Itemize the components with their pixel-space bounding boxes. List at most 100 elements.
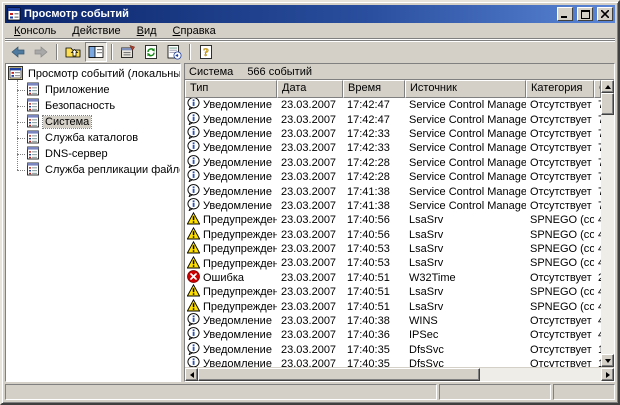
- event-rows: Уведомление 23.03.2007 17:42:47 Service …: [185, 98, 601, 367]
- tree-item-Приложение[interactable]: Приложение: [17, 82, 180, 98]
- category-cell: SPNEGO (со...: [526, 301, 594, 313]
- event-id-cell: 7: [594, 128, 601, 140]
- horizontal-scrollbar[interactable]: [185, 367, 614, 381]
- tree-items: Приложение Безопасность Система: [17, 82, 180, 178]
- scroll-up-icon[interactable]: [601, 80, 614, 93]
- table-row[interactable]: Уведомление 23.03.2007 17:42:47 Service …: [185, 112, 601, 126]
- table-row[interactable]: Уведомление 23.03.2007 17:42:28 Service …: [185, 156, 601, 170]
- vertical-scrollbar-thumb[interactable]: [601, 93, 614, 115]
- tree-root-label: Просмотр событий (локальных): [26, 68, 181, 80]
- vertical-scrollbar[interactable]: [601, 80, 614, 367]
- tree-item-Служба каталогов[interactable]: Служба каталогов: [17, 130, 180, 146]
- event-log-icon: [26, 82, 40, 99]
- time-cell: 17:42:47: [343, 114, 405, 126]
- category-cell: Отсутствует: [526, 315, 594, 327]
- time-cell: 17:40:51: [343, 286, 405, 298]
- table-row[interactable]: Уведомление 23.03.2007 17:42:47 Service …: [185, 98, 601, 112]
- date-cell: 23.03.2007: [277, 157, 343, 169]
- table-row[interactable]: Предупреждение 23.03.2007 17:40:56 LsaSr…: [185, 228, 601, 242]
- result-banner: Система 566 событий: [185, 64, 614, 80]
- event-id-cell: 2: [594, 272, 601, 284]
- column-header-category[interactable]: Категория: [526, 80, 594, 98]
- column-header-event[interactable]: С: [594, 80, 601, 98]
- tree-root[interactable]: Просмотр событий (локальных): [8, 66, 180, 82]
- category-cell: SPNEGO (со...: [526, 243, 594, 255]
- table-row[interactable]: Предупреждение 23.03.2007 17:40:51 LsaSr…: [185, 285, 601, 299]
- horizontal-scrollbar-track[interactable]: [480, 368, 601, 381]
- table-row[interactable]: Уведомление 23.03.2007 17:42:33 Service …: [185, 127, 601, 141]
- horizontal-scrollbar-thumb[interactable]: [198, 368, 480, 381]
- table-row[interactable]: Уведомление 23.03.2007 17:42:33 Service …: [185, 141, 601, 155]
- vertical-scrollbar-track[interactable]: [601, 115, 614, 354]
- table-row[interactable]: Предупреждение 23.03.2007 17:40:56 LsaSr…: [185, 213, 601, 227]
- category-cell: SPNEGO (со...: [526, 214, 594, 226]
- help-icon[interactable]: ?: [195, 42, 217, 62]
- minimize-button[interactable]: [557, 7, 573, 21]
- column-header-time[interactable]: Время: [343, 80, 405, 98]
- event-id-cell: 4: [594, 329, 601, 341]
- banner-scope: Система: [189, 66, 233, 78]
- event-id-cell: 4: [594, 301, 601, 313]
- close-button[interactable]: [597, 7, 613, 21]
- event-id-cell: 7: [594, 200, 601, 212]
- banner-count: 566 событий: [247, 66, 312, 78]
- event-id-cell: 7: [594, 171, 601, 183]
- source-cell: Service Control Manager: [405, 171, 526, 183]
- toolbar-separator: [189, 44, 191, 60]
- table-row[interactable]: Уведомление 23.03.2007 17:41:38 Service …: [185, 184, 601, 198]
- maximize-button[interactable]: [577, 7, 593, 21]
- date-cell: 23.03.2007: [277, 114, 343, 126]
- table-row[interactable]: Уведомление 23.03.2007 17:41:38 Service …: [185, 199, 601, 213]
- menu-view[interactable]: Вид: [129, 23, 165, 39]
- tree-item-Служба репликации файлов[interactable]: Служба репликации файлов: [17, 162, 180, 178]
- source-cell: WINS: [405, 315, 526, 327]
- title-bar[interactable]: Просмотр событий: [5, 5, 615, 23]
- source-cell: Service Control Manager: [405, 128, 526, 140]
- tree-item-Безопасность[interactable]: Безопасность: [17, 98, 180, 114]
- console-root-icon: [8, 66, 23, 83]
- event-id-cell: 7: [594, 157, 601, 169]
- scroll-down-icon[interactable]: [601, 354, 614, 367]
- show-hide-console-tree-icon[interactable]: [85, 42, 107, 62]
- refresh-icon[interactable]: [140, 42, 162, 62]
- table-row[interactable]: Уведомление 23.03.2007 17:40:35 DfsSvc О…: [185, 357, 601, 367]
- source-cell: IPSec: [405, 329, 526, 341]
- menu-action[interactable]: Действие: [64, 23, 128, 39]
- column-header-date[interactable]: Дата: [277, 80, 343, 98]
- menu-bar: Консоль Действие Вид Справка: [5, 23, 615, 40]
- tree-connector: [17, 170, 25, 171]
- table-row[interactable]: Ошибка 23.03.2007 17:40:51 W32Time Отсут…: [185, 271, 601, 285]
- forward-arrow-icon[interactable]: [30, 42, 52, 62]
- source-cell: Service Control Manager: [405, 200, 526, 212]
- category-cell: SPNEGO (со...: [526, 286, 594, 298]
- column-header-source[interactable]: Источник: [405, 80, 526, 98]
- category-cell: Отсутствует: [526, 186, 594, 198]
- tree-item-Система[interactable]: Система: [17, 114, 180, 130]
- table-row[interactable]: Предупреждение 23.03.2007 17:40:53 LsaSr…: [185, 256, 601, 270]
- export-list-icon[interactable]: [163, 42, 185, 62]
- time-cell: 17:40:53: [343, 257, 405, 269]
- properties-icon[interactable]: [117, 42, 139, 62]
- tree-item-DNS-сервер[interactable]: DNS-сервер: [17, 146, 180, 162]
- table-row[interactable]: Уведомление 23.03.2007 17:40:35 DfsSvc О…: [185, 343, 601, 357]
- table-row[interactable]: Предупреждение 23.03.2007 17:40:51 LsaSr…: [185, 299, 601, 313]
- date-cell: 23.03.2007: [277, 272, 343, 284]
- column-header-type[interactable]: Тип: [185, 80, 277, 98]
- status-panel-secondary: [439, 384, 551, 400]
- tree-item-label: DNS-сервер: [43, 148, 110, 160]
- back-arrow-icon[interactable]: [7, 42, 29, 62]
- window-title: Просмотр событий: [24, 8, 553, 20]
- source-cell: LsaSrv: [405, 286, 526, 298]
- scroll-left-icon[interactable]: [185, 368, 198, 381]
- menu-help[interactable]: Справка: [165, 23, 224, 39]
- table-row[interactable]: Уведомление 23.03.2007 17:40:38 WINS Отс…: [185, 314, 601, 328]
- table-row[interactable]: Уведомление 23.03.2007 17:42:28 Service …: [185, 170, 601, 184]
- date-cell: 23.03.2007: [277, 358, 343, 367]
- table-row[interactable]: Уведомление 23.03.2007 17:40:36 IPSec От…: [185, 328, 601, 342]
- up-one-level-icon[interactable]: [62, 42, 84, 62]
- category-cell: Отсутствует: [526, 99, 594, 111]
- menu-console[interactable]: Консоль: [6, 23, 64, 39]
- scroll-right-icon[interactable]: [601, 368, 614, 381]
- source-cell: Service Control Manager: [405, 157, 526, 169]
- table-row[interactable]: Предупреждение 23.03.2007 17:40:53 LsaSr…: [185, 242, 601, 256]
